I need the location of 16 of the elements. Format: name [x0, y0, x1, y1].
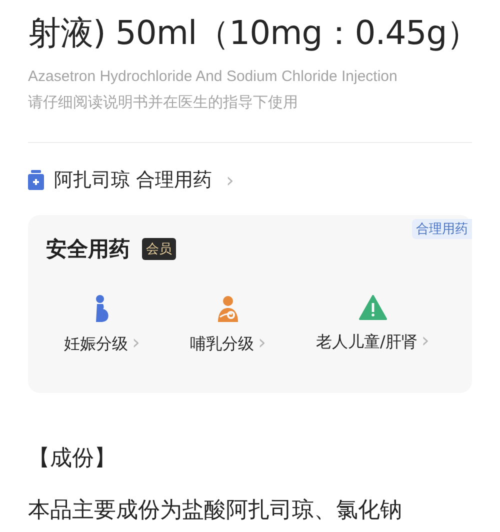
section-text: 本品主要成份为盐酸阿扎司琼、氯化钠 — [28, 497, 403, 525]
warning-icon — [358, 295, 387, 320]
english-name: Azasetron Hydrochloride And Sodium Chloride Injection — [28, 68, 398, 85]
safety-category-link[interactable]: 老人儿童/肝肾 › — [316, 295, 430, 355]
safety-category-link[interactable]: 妊娠分级 › — [64, 295, 140, 355]
safety-category-link[interactable]: 哺乳分级 › — [190, 295, 266, 355]
card-title: 安全用药 — [46, 236, 130, 263]
pregnant-woman-icon — [93, 295, 111, 322]
section-heading: 【成份】 — [28, 445, 117, 473]
drug-guide-link[interactable]: 阿扎司琼 合理用药 › — [28, 167, 234, 193]
usage-notice: 请仔细阅读说明书并在医生的指导下使用 — [28, 93, 299, 112]
drug-title: 射液) 50ml（10mg：0.45g） — [28, 12, 472, 54]
corner-tag: 合理用药 — [412, 219, 472, 239]
mother-baby-icon — [215, 295, 241, 322]
medicine-bottle-icon — [28, 170, 44, 190]
member-badge: 会员 — [142, 238, 176, 260]
